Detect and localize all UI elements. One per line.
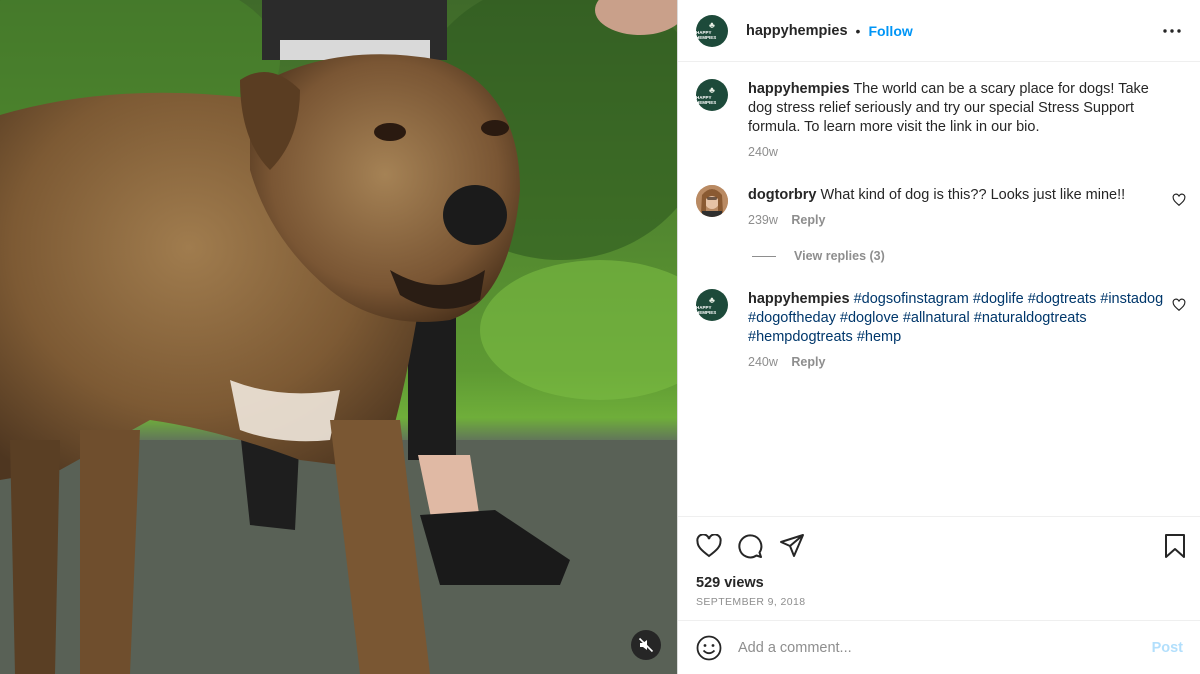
- profile-photo: [696, 185, 728, 217]
- comment-icon[interactable]: [737, 533, 763, 559]
- comment-body: What kind of dog is this?? Looks just li…: [820, 187, 1126, 203]
- post-details-panel: ♣ HAPPY HEMPIES happyhempies • Follow ♣ …: [677, 0, 1200, 674]
- post-actions: 529 views SEPTEMBER 9, 2018: [678, 516, 1200, 620]
- comment-time[interactable]: 240w: [748, 355, 778, 369]
- hashtag-link[interactable]: #naturaldogtreats: [974, 310, 1087, 326]
- video-frame-dog: [0, 0, 677, 674]
- comment-text: happyhempies #dogsofinstagram #doglife #…: [748, 290, 1168, 347]
- comment-username[interactable]: happyhempies: [748, 291, 850, 307]
- hemp-leaf-icon: ♣: [709, 84, 715, 95]
- post-header: ♣ HAPPY HEMPIES happyhempies • Follow: [678, 0, 1200, 62]
- action-icons-row: [696, 533, 1186, 559]
- caption-username[interactable]: happyhempies: [748, 81, 850, 97]
- hashtag-link[interactable]: #allnatural: [903, 310, 970, 326]
- account-avatar[interactable]: ♣ HAPPY HEMPIES: [696, 14, 728, 47]
- hashtag-link[interactable]: #doglove: [840, 310, 899, 326]
- caption-time[interactable]: 240w: [748, 145, 778, 159]
- comment-item: ♣ HAPPY HEMPIES happyhempies #dogsofinst…: [696, 289, 1186, 379]
- view-replies-button[interactable]: View replies (3): [752, 249, 885, 263]
- avatar-logo-text: HAPPY HEMPIES: [696, 94, 717, 105]
- like-comment-heart-icon[interactable]: [1172, 193, 1186, 207]
- hemp-leaf-icon: ♣: [709, 20, 715, 30]
- emoji-icon[interactable]: [696, 635, 722, 661]
- comment-meta: 239w Reply: [748, 213, 825, 227]
- caption: ♣ HAPPY HEMPIES happyhempies The world c…: [696, 79, 1186, 169]
- reply-button[interactable]: Reply: [791, 213, 825, 227]
- comment-time[interactable]: 239w: [748, 213, 778, 227]
- post-comment-button[interactable]: Post: [1152, 640, 1183, 656]
- separator-dot: •: [855, 22, 861, 39]
- hashtag-link[interactable]: #dogsofinstagram: [854, 291, 969, 307]
- hashtag-link[interactable]: #doglife: [973, 291, 1024, 307]
- comments-list[interactable]: ♣ HAPPY HEMPIES happyhempies The world c…: [678, 62, 1200, 516]
- caption-avatar[interactable]: ♣ HAPPY HEMPIES: [696, 79, 728, 111]
- follow-button[interactable]: Follow: [868, 23, 912, 39]
- more-options-icon[interactable]: [1162, 21, 1182, 41]
- hashtag-link[interactable]: #hemp: [857, 329, 901, 345]
- hashtag-link[interactable]: #dogtreats: [1028, 291, 1097, 307]
- avatar-logo-text: HAPPY HEMPIES: [696, 30, 717, 40]
- commenter-avatar[interactable]: ♣ HAPPY HEMPIES: [696, 289, 728, 321]
- comment-meta: 240w Reply: [748, 355, 825, 369]
- caption-meta: 240w: [748, 145, 778, 159]
- comment-username[interactable]: dogtorbry: [748, 187, 816, 203]
- hashtag-link[interactable]: #dogoftheday: [748, 310, 836, 326]
- commenter-avatar[interactable]: [696, 185, 728, 217]
- mute-toggle-button[interactable]: [631, 630, 661, 660]
- avatar-logo-text: HAPPY HEMPIES: [696, 304, 717, 315]
- muted-speaker-icon: [638, 637, 654, 653]
- share-icon[interactable]: [779, 533, 805, 559]
- post-video[interactable]: [0, 0, 677, 674]
- replies-divider-line: [752, 255, 776, 257]
- post-date[interactable]: SEPTEMBER 9, 2018: [696, 596, 806, 608]
- account-username[interactable]: happyhempies: [746, 23, 848, 39]
- bookmark-icon[interactable]: [1162, 533, 1188, 559]
- like-comment-heart-icon[interactable]: [1172, 298, 1186, 312]
- heart-icon[interactable]: [696, 533, 722, 559]
- view-replies-label: View replies (3): [794, 249, 885, 263]
- views-count[interactable]: 529 views: [696, 575, 764, 591]
- comment-text: dogtorbry What kind of dog is this?? Loo…: [748, 186, 1168, 205]
- add-comment-input[interactable]: [738, 639, 1140, 656]
- hashtag-link[interactable]: #instadog: [1100, 291, 1163, 307]
- hemp-leaf-icon: ♣: [709, 294, 715, 305]
- hashtag-link[interactable]: #hempdogtreats: [748, 329, 853, 345]
- reply-button[interactable]: Reply: [791, 355, 825, 369]
- comment-composer: Post: [678, 620, 1200, 674]
- caption-text: happyhempies The world can be a scary pl…: [748, 80, 1168, 137]
